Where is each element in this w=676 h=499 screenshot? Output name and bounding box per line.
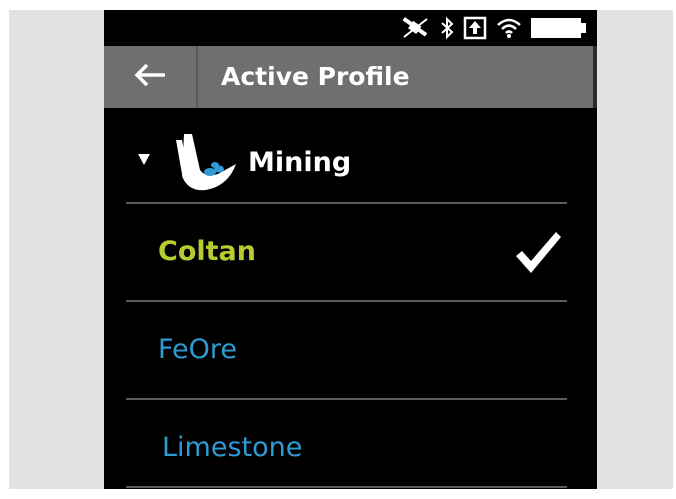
item-label: Limestone xyxy=(162,432,303,463)
gps-off-icon xyxy=(401,16,431,40)
mining-excavator-icon xyxy=(166,130,242,200)
item-label: FeOre xyxy=(158,334,238,365)
upload-box-icon xyxy=(463,16,487,40)
item-label: Coltan xyxy=(158,236,256,267)
app-header: Active Profile xyxy=(104,46,597,108)
category-label: Mining xyxy=(248,147,352,178)
back-button[interactable] xyxy=(124,58,176,96)
arrow-left-icon xyxy=(133,62,167,92)
header-divider xyxy=(196,46,198,108)
status-icons xyxy=(401,14,587,42)
scrollbar-edge xyxy=(593,46,597,108)
checkmark-icon xyxy=(514,230,562,280)
divider xyxy=(126,486,567,488)
wifi-icon xyxy=(496,17,522,39)
device-screen: Active Profile Mining Coltan FeOre Limes… xyxy=(104,10,597,489)
battery-full-icon xyxy=(531,16,587,40)
list-item-coltan[interactable]: Coltan xyxy=(104,204,597,300)
bluetooth-icon xyxy=(440,16,454,40)
expand-triangle-icon xyxy=(138,154,150,165)
list-item-limestone[interactable]: Limestone xyxy=(104,400,597,489)
category-mining[interactable]: Mining xyxy=(104,108,597,212)
page-title: Active Profile xyxy=(221,62,410,91)
status-bar xyxy=(104,10,597,46)
list-item-feore[interactable]: FeOre xyxy=(104,302,597,398)
